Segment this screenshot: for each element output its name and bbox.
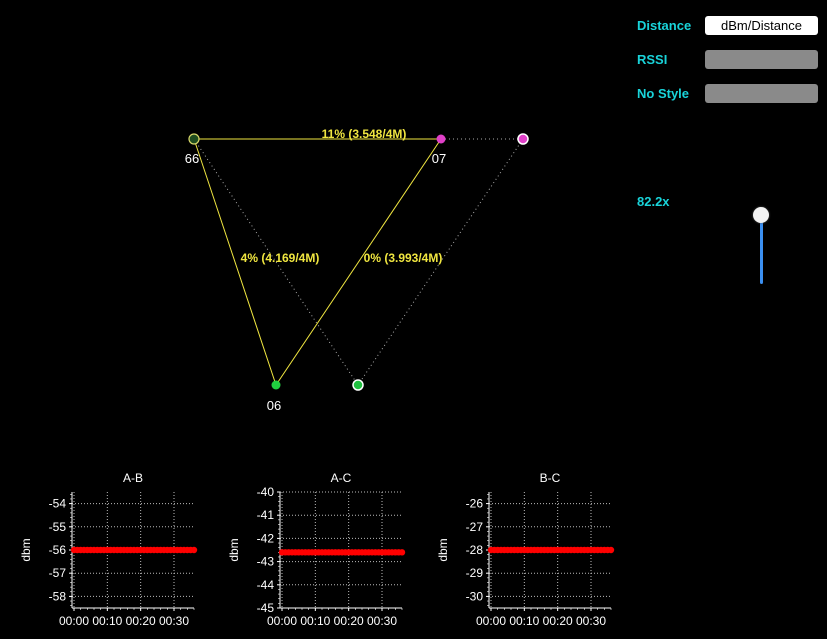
style-label: No Style	[637, 86, 690, 101]
chart-xtick-label: 00:30	[576, 614, 606, 628]
chart-b-c: B-C dbm -26 -27 -28 -29 -30 00:00 00:10 00:20 00:3…	[427, 468, 627, 634]
style-button[interactable]	[705, 84, 818, 103]
chart-a-b: A-B dbm -54 -55 -56 -57 -58 00:00 00:10 00:20 00:3…	[10, 468, 210, 634]
zoom-slider[interactable]	[752, 206, 772, 286]
zoom-slider-track	[760, 214, 763, 284]
node-06[interactable]	[271, 380, 281, 390]
chart-ylabel: dbm	[19, 538, 33, 561]
edge-label-07-06: 0% (3.993/4M)	[364, 251, 443, 265]
chart-b-c-svg: B-C dbm -26 -27 -28 -29 -30 00:00 00:10 00:20 00:3…	[436, 471, 615, 628]
chart-xtick-label: 00:10	[300, 614, 330, 628]
chart-point	[398, 549, 406, 556]
node-label-06: 06	[267, 398, 281, 413]
chart-xtick-label: 00:10	[509, 614, 539, 628]
chart-ytick-label: -41	[257, 508, 275, 522]
chart-ytick-label: -42	[257, 531, 275, 545]
chart-ytick-label: -45	[257, 601, 275, 615]
rssi-label: RSSI	[637, 52, 668, 67]
rssi-button[interactable]	[705, 50, 818, 69]
chart-xtick-label: 00:30	[367, 614, 397, 628]
chart-ytick-label: -56	[49, 543, 67, 557]
chart-title: B-C	[540, 471, 561, 485]
chart-xtick-label: 00:30	[159, 614, 189, 628]
chart-point	[607, 546, 615, 554]
chart-ytick-label: -40	[257, 485, 275, 499]
node-p1[interactable]	[517, 133, 529, 145]
edge-label-66-07: 11% (3.548/4M)	[322, 127, 407, 141]
chart-ytick-label: -57	[49, 566, 67, 580]
chart-title: A-C	[331, 471, 352, 485]
node-66[interactable]	[188, 133, 200, 145]
chart-title: A-B	[123, 471, 143, 485]
node-label-66: 66	[185, 151, 199, 166]
chart-xtick-label: 00:20	[126, 614, 156, 628]
chart-point	[190, 546, 198, 554]
chart-ytick-label: -27	[466, 520, 484, 534]
chart-xtick-label: 00:00	[476, 614, 506, 628]
chart-xtick-label: 00:20	[334, 614, 364, 628]
chart-ytick-label: -43	[257, 555, 275, 569]
chart-xtick-label: 00:00	[59, 614, 89, 628]
chart-xtick-label: 00:20	[543, 614, 573, 628]
chart-ytick-label: -28	[466, 543, 484, 557]
chart-ytick-label: -58	[49, 589, 67, 603]
zoom-slider-knob[interactable]	[753, 207, 769, 223]
chart-ytick-label: -30	[466, 589, 484, 603]
chart-ytick-label: -44	[257, 578, 275, 592]
chart-ytick-label: -29	[466, 566, 484, 580]
chart-a-c-svg: A-C dbm -40 -41 -42 -43 -44 -4500:00 00:10 00:20 0…	[227, 471, 406, 628]
node-07[interactable]	[436, 134, 446, 144]
edge-label-66-06: 4% (4.169/4M)	[241, 251, 320, 265]
chart-ylabel: dbm	[436, 538, 450, 561]
distance-label: Distance	[637, 18, 692, 33]
chart-ylabel: dbm	[227, 538, 241, 561]
node-p2[interactable]	[352, 379, 364, 391]
node-label-07: 07	[432, 151, 446, 166]
chart-ytick-label: -54	[49, 497, 67, 511]
chart-a-b-svg: A-B dbm -54 -55 -56 -57 -58 00:00 00:10 00:20 00:3…	[19, 471, 198, 628]
chart-xtick-label: 00:00	[267, 614, 297, 628]
chart-a-c: A-C dbm -40 -41 -42 -43 -44 -45 00:00 00:10 00:20 0…	[218, 468, 418, 634]
chart-ytick-label: -55	[49, 520, 67, 534]
chart-xtick-label: 00:10	[92, 614, 122, 628]
zoom-label: 82.2x	[637, 194, 670, 209]
distance-mode-button[interactable]: dBm/Distance	[705, 16, 818, 35]
chart-ytick-label: -26	[466, 497, 484, 511]
